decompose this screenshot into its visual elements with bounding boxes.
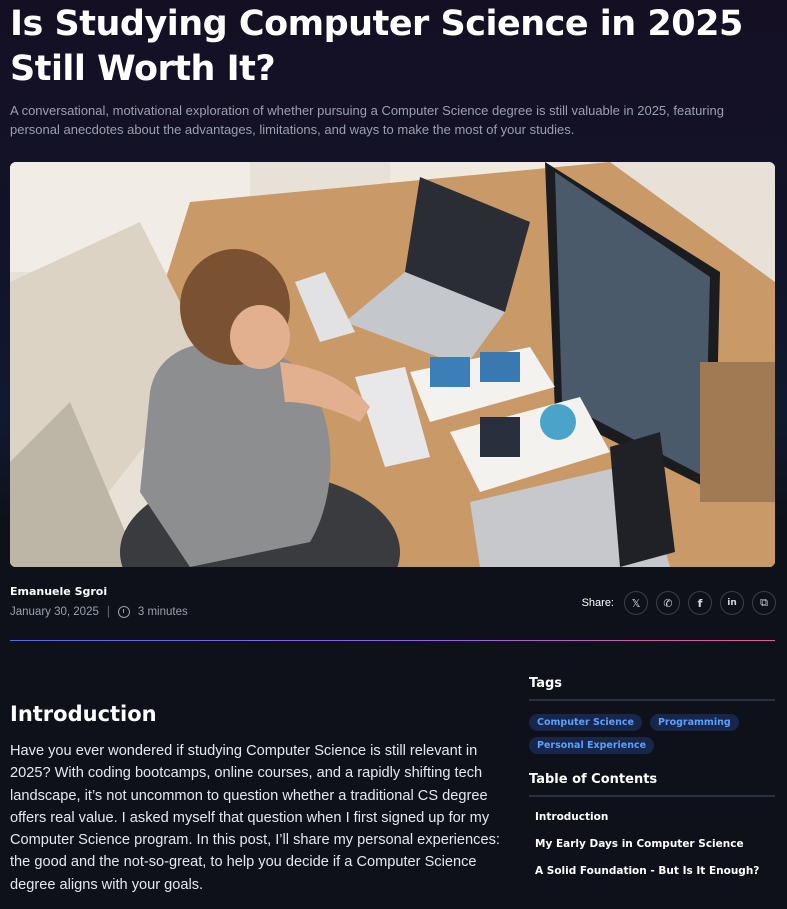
tags-heading: Tags	[529, 676, 775, 701]
tag-programming[interactable]: Programming	[649, 714, 739, 731]
hero-image	[10, 162, 775, 567]
toc-heading: Table of Contents	[529, 772, 775, 797]
share-whatsapp-button[interactable]: ✆	[656, 591, 680, 615]
share-label: Share:	[581, 597, 614, 609]
copy-link-button[interactable]: ⧉	[752, 591, 776, 615]
tag-list: Computer Science Programming Personal Ex…	[529, 714, 775, 754]
section-heading: Introduction	[10, 702, 157, 726]
meta-separator: |	[106, 606, 110, 618]
share-x-button[interactable]: 𝕏	[624, 591, 648, 615]
facebook-icon: f	[697, 596, 703, 610]
page-title: Is Studying Computer Science in 2025 Sti…	[10, 4, 743, 89]
author-name: Emanuele Sgroi	[10, 585, 108, 598]
toc-item[interactable]: Introduction	[535, 811, 775, 824]
toc-item[interactable]: A Solid Foundation - But Is It Enough?	[535, 865, 775, 878]
tag-personal-experience[interactable]: Personal Experience	[529, 737, 655, 754]
sidebar: Tags Computer Science Programming Person…	[529, 676, 775, 892]
read-time: 3 minutes	[137, 606, 188, 618]
table-of-contents: Introduction My Early Days in Computer S…	[529, 811, 775, 878]
tag-computer-science[interactable]: Computer Science	[529, 714, 642, 731]
share-linkedin-button[interactable]: in	[720, 591, 744, 615]
copy-icon: ⧉	[760, 596, 768, 609]
article-meta: January 30, 2025 | 3 minutes	[10, 606, 188, 618]
clock-icon	[117, 606, 130, 618]
toc-item[interactable]: My Early Days in Computer Science	[535, 838, 775, 851]
article-subtitle: A conversational, motivational explorati…	[10, 103, 724, 137]
share-bar: Share: 𝕏 ✆ f in ⧉	[582, 591, 776, 615]
publish-date: January 30, 2025	[10, 606, 99, 618]
share-facebook-button[interactable]: f	[688, 591, 712, 615]
whatsapp-icon: ✆	[663, 596, 673, 610]
intro-paragraph: Have you ever wondered if studying Compu…	[10, 743, 500, 893]
article-body: Introduction Have you ever wondered if s…	[10, 700, 505, 896]
linkedin-icon: in	[727, 598, 737, 608]
x-icon: 𝕏	[631, 596, 641, 610]
gradient-divider	[10, 640, 775, 641]
